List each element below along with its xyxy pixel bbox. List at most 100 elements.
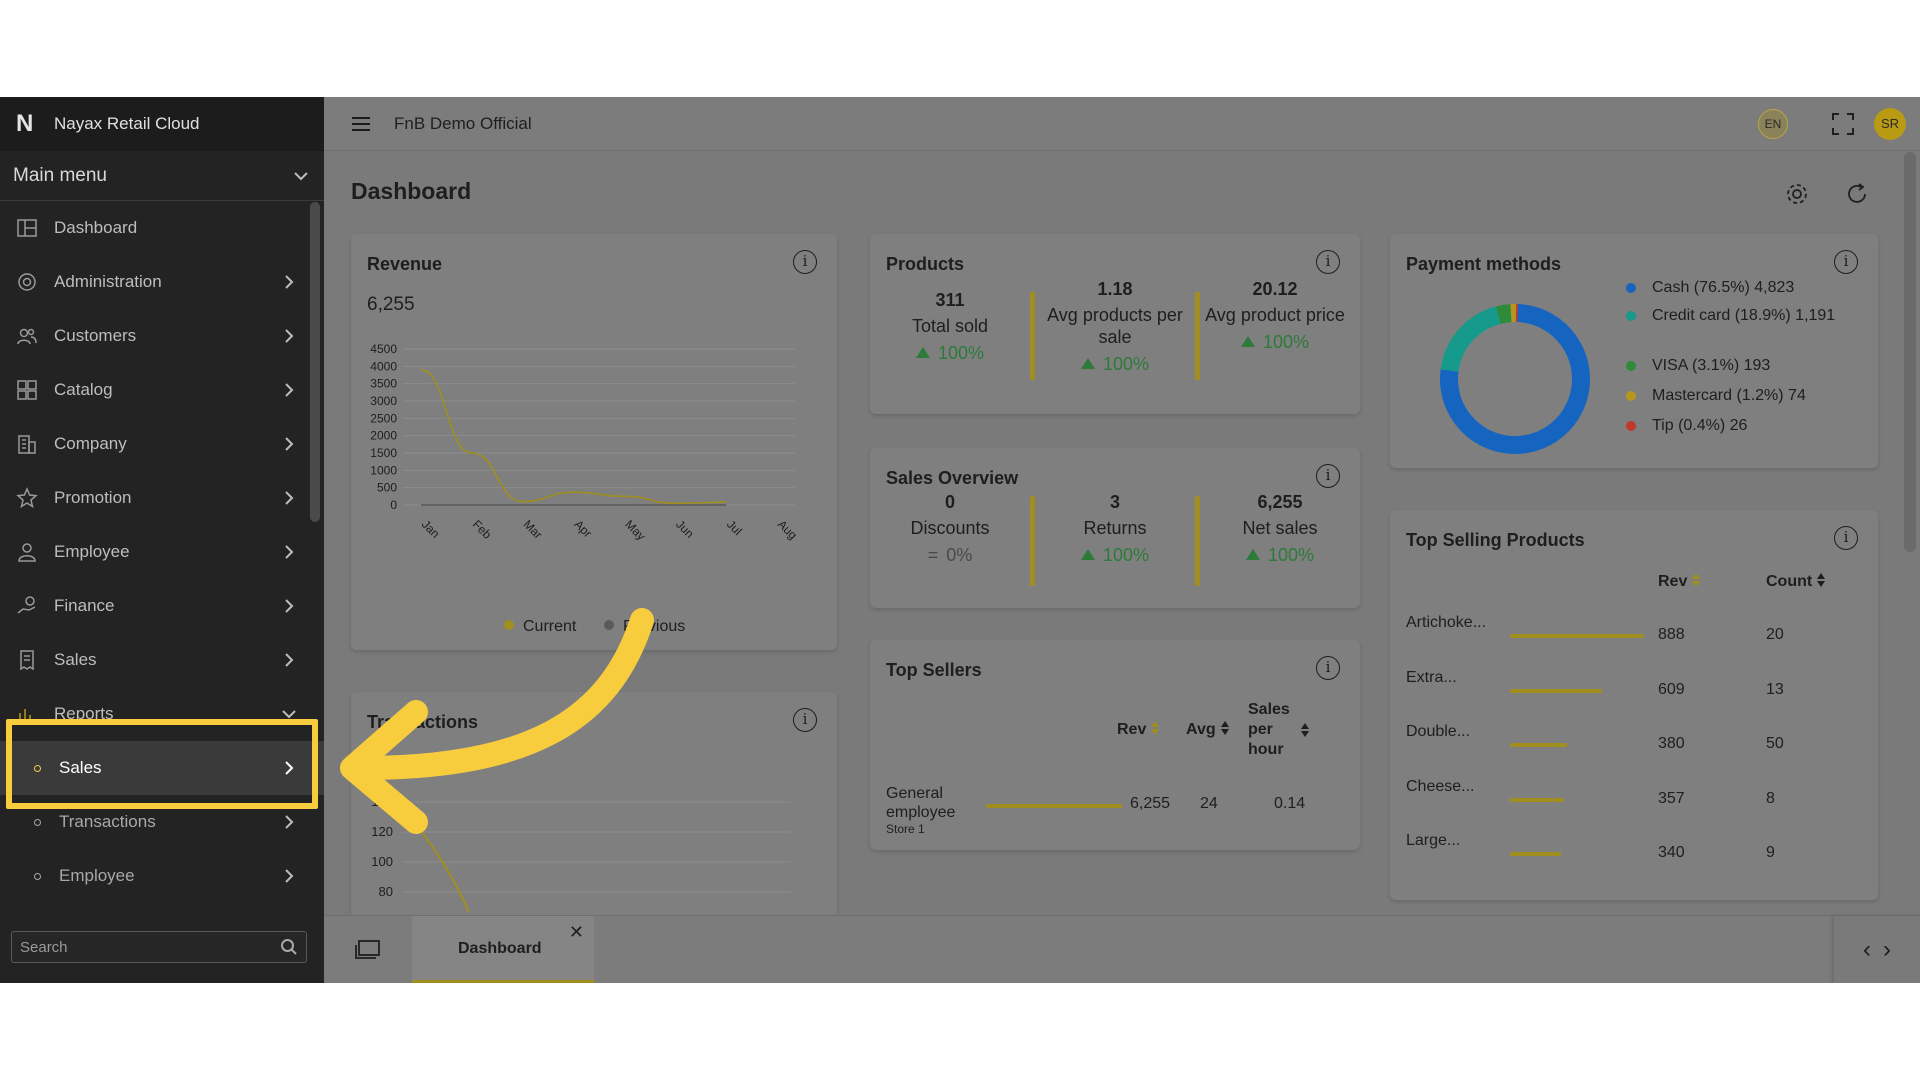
- info-icon[interactable]: i: [793, 708, 817, 732]
- sidebar-scrollbar[interactable]: [310, 202, 320, 522]
- page-scrollbar[interactable]: [1904, 152, 1916, 552]
- product-rev-bar: [1510, 797, 1564, 802]
- legend-item: VISA (3.1%) 193: [1626, 356, 1852, 376]
- stat-label: Total sold: [911, 316, 989, 336]
- y-tick-label: 1000: [370, 463, 397, 477]
- top-selling-products-card: Top Selling Products i Rev Count Articho…: [1390, 510, 1878, 900]
- seller-name: General employee: [886, 785, 956, 821]
- sidebar-item-administration[interactable]: Administration: [0, 255, 324, 309]
- sidebar-item-sales[interactable]: Sales: [0, 633, 324, 687]
- donut-slice: [1496, 304, 1512, 324]
- refresh-icon[interactable]: [1844, 181, 1870, 207]
- product-count: 9: [1766, 844, 1775, 861]
- product-rev-bar: [1510, 743, 1568, 747]
- close-icon[interactable]: ✕: [569, 922, 584, 943]
- column-header-rev[interactable]: Rev: [1658, 572, 1701, 591]
- search-input[interactable]: [20, 938, 280, 956]
- brand[interactable]: N Nayax Retail Cloud: [0, 97, 324, 151]
- chevron-right-icon: [280, 867, 298, 885]
- legend-item: Tip (0.4%) 26: [1626, 416, 1852, 436]
- settings-gear-icon[interactable]: [1784, 181, 1810, 207]
- up-arrow-icon: [1245, 549, 1260, 560]
- stat-change: = 0%: [927, 545, 973, 565]
- sidebar-item-finance[interactable]: Finance: [0, 579, 324, 633]
- sidebar-item-catalog[interactable]: Catalog: [0, 363, 324, 417]
- sidebar-item-dashboard[interactable]: Dashboard: [0, 201, 324, 255]
- bullet-icon: [34, 818, 41, 826]
- stat-change: 100%: [1035, 354, 1195, 375]
- y-tick-label: 3000: [370, 394, 397, 408]
- grid-icon: [15, 378, 39, 402]
- card-title: Top Sellers: [886, 660, 982, 680]
- sidebar-item-label: Promotion: [54, 488, 132, 507]
- column-header-rev[interactable]: Rev: [1117, 720, 1160, 739]
- seller-rev: 6,255: [1130, 795, 1171, 812]
- transactions-card: Transactions i 140 120 100 80: [351, 692, 837, 932]
- info-icon[interactable]: i: [1834, 250, 1858, 274]
- chevron-right-icon: [280, 597, 298, 615]
- info-icon[interactable]: i: [1316, 250, 1340, 274]
- chevron-right-icon: [280, 543, 298, 561]
- gear-icon: [15, 270, 39, 294]
- sidebar-item-customers[interactable]: Customers: [0, 309, 324, 363]
- x-tick-label: Mar: [521, 517, 546, 542]
- y-tick-label: 1500: [370, 446, 397, 460]
- stat-value: 3: [1109, 492, 1120, 512]
- sidebar-item-company[interactable]: Company: [0, 417, 324, 471]
- search-icon[interactable]: [280, 938, 298, 956]
- avatar[interactable]: SR: [1874, 108, 1906, 140]
- seller-sph: 0.14: [1274, 795, 1306, 812]
- divider: [1195, 496, 1200, 586]
- sales-overview-card: Sales Overview i 0 Discounts = 0% 3 Retur…: [870, 448, 1360, 608]
- stat-value: 1.18: [1097, 279, 1133, 299]
- language-selector[interactable]: EN: [1758, 109, 1788, 139]
- product-name: Extra...: [1406, 668, 1457, 686]
- product-count: 50: [1766, 735, 1784, 752]
- sidebar-item-promotion[interactable]: Promotion: [0, 471, 324, 525]
- legend-label: Mastercard (1.2%) 74: [1652, 387, 1806, 404]
- y-tick-label: 3500: [370, 377, 397, 391]
- stat-label: Avg products per sale: [1047, 305, 1183, 347]
- up-arrow-icon: [1080, 549, 1095, 560]
- divider: [1195, 292, 1200, 380]
- stat-value: 311: [935, 290, 965, 310]
- legend-marker: [504, 620, 514, 630]
- legend-item: Cash (76.5%) 4,823: [1626, 278, 1852, 298]
- transactions-line-chart: 140 120 100 80: [371, 794, 791, 913]
- chevron-right-icon: [280, 435, 298, 453]
- chevron-right-icon[interactable]: ›: [1883, 936, 1891, 964]
- card-title: Top Selling Products: [1406, 530, 1585, 550]
- sort-icon: [1220, 721, 1229, 735]
- info-icon[interactable]: i: [793, 250, 817, 274]
- sidebar-item-employee[interactable]: Employee: [0, 525, 324, 579]
- sidebar-subitem-label: Employee: [59, 866, 135, 885]
- sidebar-item-label: Dashboard: [54, 218, 138, 237]
- legend-label: VISA (3.1%) 193: [1652, 357, 1771, 374]
- hamburger-menu-icon[interactable]: [348, 111, 374, 137]
- tab-dashboard[interactable]: Dashboard ✕: [412, 916, 594, 983]
- app-window: N Nayax Retail Cloud Main menu Dashboard…: [0, 97, 1920, 983]
- topbar: FnB Demo Official EN SR: [324, 97, 1920, 151]
- stat-returns: 3 Returns 100%: [1045, 492, 1185, 566]
- fullscreen-icon[interactable]: [1830, 111, 1856, 137]
- info-icon[interactable]: i: [1316, 656, 1340, 680]
- chevron-right-icon: [280, 327, 298, 345]
- tabs-overview-icon[interactable]: [354, 938, 382, 962]
- y-tick-label: 140: [371, 794, 393, 809]
- column-header-sales-per-hour[interactable]: Sales per hour: [1248, 700, 1292, 760]
- main-menu-toggle[interactable]: Main menu: [0, 151, 324, 201]
- sort-icon[interactable]: [1300, 722, 1310, 738]
- column-header-avg[interactable]: Avg: [1186, 720, 1230, 739]
- dashboard-icon: [15, 216, 39, 240]
- chevron-left-icon[interactable]: ‹: [1863, 936, 1871, 964]
- seller-rev-bar: [986, 804, 1122, 808]
- column-header-count[interactable]: Count: [1766, 572, 1826, 591]
- card-title: Payment methods: [1406, 254, 1562, 274]
- card-title: Products: [886, 254, 965, 274]
- stat-label: Net sales: [1242, 518, 1318, 538]
- info-icon[interactable]: i: [1316, 464, 1340, 488]
- sidebar-search: [11, 931, 307, 963]
- sidebar-subitem-employee[interactable]: Employee: [0, 849, 324, 903]
- info-icon[interactable]: i: [1834, 526, 1858, 550]
- sidebar-subitem-label: Transactions: [59, 812, 156, 831]
